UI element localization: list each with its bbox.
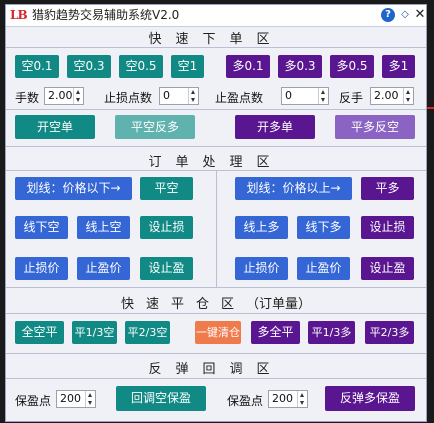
close-two-thirds-long-button[interactable]: 平2/3多 — [365, 321, 414, 344]
left-protect-points-label: 保盈点 — [15, 394, 52, 408]
stop-loss-points-label: 止损点数 — [104, 91, 153, 105]
divider — [6, 146, 426, 147]
clear-all-positions-button[interactable]: 一键清仓 — [195, 321, 241, 344]
set-take-profit-long-button[interactable]: 设止盈 — [361, 257, 414, 280]
stop-loss-points-input[interactable]: 0 — [159, 87, 199, 105]
open-long-button[interactable]: 开多单 — [235, 115, 315, 139]
quick-close-title: 快速平仓区 — [120, 297, 246, 312]
trading-assistant-window: LB 猎豹趋势交易辅助系统V2.0 ? ◇ ✕ 快速下单区 空0.1 空0.3 … — [5, 4, 427, 422]
help-icon[interactable]: ? — [381, 8, 395, 22]
quick-close-subtitle: （订单量） — [246, 297, 312, 312]
short-1-button[interactable]: 空1 — [171, 55, 204, 78]
close-third-short-button[interactable]: 平1/3空 — [72, 321, 117, 344]
divider — [6, 353, 426, 354]
app-logo: LB — [10, 8, 28, 22]
lot-input[interactable]: 2.00 — [44, 87, 84, 105]
short-0.3-button[interactable]: 空0.3 — [67, 55, 111, 78]
close-long-reverse-button[interactable]: 平多反空 — [335, 115, 415, 139]
close-third-long-button[interactable]: 平1/3多 — [308, 321, 355, 344]
right-protect-points-label: 保盈点 — [227, 394, 264, 408]
tp-stepper[interactable] — [318, 88, 328, 104]
chart-price-line — [427, 107, 434, 109]
left-protect-points-input[interactable]: 200 — [56, 390, 96, 408]
divider — [6, 47, 426, 48]
stop-loss-price-short-button[interactable]: 止损价 — [15, 257, 68, 280]
window-title: 猎豹趋势交易辅助系统V2.0 — [32, 8, 180, 22]
take-profit-price-long-button[interactable]: 止盈价 — [297, 257, 350, 280]
set-stop-loss-long-button[interactable]: 设止损 — [361, 216, 414, 239]
close-short-button[interactable]: 平空 — [140, 177, 193, 200]
quick-order-title: 快速下单区 — [148, 32, 284, 47]
take-profit-points-input[interactable]: 0 — [281, 87, 329, 105]
long-0.3-button[interactable]: 多0.3 — [278, 55, 322, 78]
divider-vertical — [216, 170, 217, 287]
line-over-long-button[interactable]: 线上多 — [235, 216, 288, 239]
left-protect-stepper[interactable] — [85, 391, 95, 407]
divider — [6, 287, 426, 288]
stop-loss-price-long-button[interactable]: 止损价 — [235, 257, 288, 280]
long-0.5-button[interactable]: 多0.5 — [330, 55, 374, 78]
rebound-title: 反弹回调区 — [148, 362, 284, 377]
title-bar: LB 猎豹趋势交易辅助系统V2.0 ? ◇ ✕ — [6, 5, 426, 27]
close-short-reverse-button[interactable]: 平空反多 — [115, 115, 195, 139]
set-stop-loss-short-button[interactable]: 设止损 — [140, 216, 193, 239]
open-short-button[interactable]: 开空单 — [15, 115, 95, 139]
line-below-price-button[interactable]: 划线：价格以下→ — [15, 177, 132, 200]
right-protect-points-input[interactable]: 200 — [268, 390, 308, 408]
rebound-long-protect-button[interactable]: 反弹多保盈 — [325, 386, 415, 411]
close-all-short-button[interactable]: 全空平 — [15, 321, 64, 344]
divider — [6, 378, 426, 379]
line-above-price-button[interactable]: 划线：价格以上→ — [235, 177, 352, 200]
close-all-long-button[interactable]: 多全平 — [251, 321, 300, 344]
pin-icon[interactable]: ◇ — [398, 8, 412, 22]
lot-label: 手数 — [15, 91, 40, 105]
right-protect-stepper[interactable] — [297, 391, 307, 407]
divider — [6, 313, 426, 314]
long-0.1-button[interactable]: 多0.1 — [226, 55, 270, 78]
reverse-input[interactable]: 2.00 — [370, 87, 414, 105]
take-profit-points-label: 止盈点数 — [215, 91, 264, 105]
long-1-button[interactable]: 多1 — [382, 55, 415, 78]
reverse-stepper[interactable] — [403, 88, 413, 104]
lot-stepper[interactable] — [73, 88, 83, 104]
close-long-button[interactable]: 平多 — [361, 177, 414, 200]
pullback-short-protect-button[interactable]: 回调空保盈 — [116, 386, 206, 411]
close-icon[interactable]: ✕ — [413, 8, 427, 22]
reverse-label: 反手 — [339, 91, 364, 105]
short-0.5-button[interactable]: 空0.5 — [119, 55, 163, 78]
line-under-long-button[interactable]: 线下多 — [297, 216, 350, 239]
quick-close-title-row: 快速平仓区（订单量） — [6, 293, 426, 312]
line-over-short-button[interactable]: 线上空 — [77, 216, 130, 239]
order-processing-title: 订单处理区 — [148, 155, 284, 170]
set-take-profit-short-button[interactable]: 设止盈 — [140, 257, 193, 280]
line-under-short-button[interactable]: 线下空 — [15, 216, 68, 239]
take-profit-price-short-button[interactable]: 止盈价 — [77, 257, 130, 280]
divider — [6, 109, 426, 110]
short-0.1-button[interactable]: 空0.1 — [15, 55, 59, 78]
close-two-thirds-short-button[interactable]: 平2/3空 — [125, 321, 170, 344]
sl-stepper[interactable] — [188, 88, 198, 104]
